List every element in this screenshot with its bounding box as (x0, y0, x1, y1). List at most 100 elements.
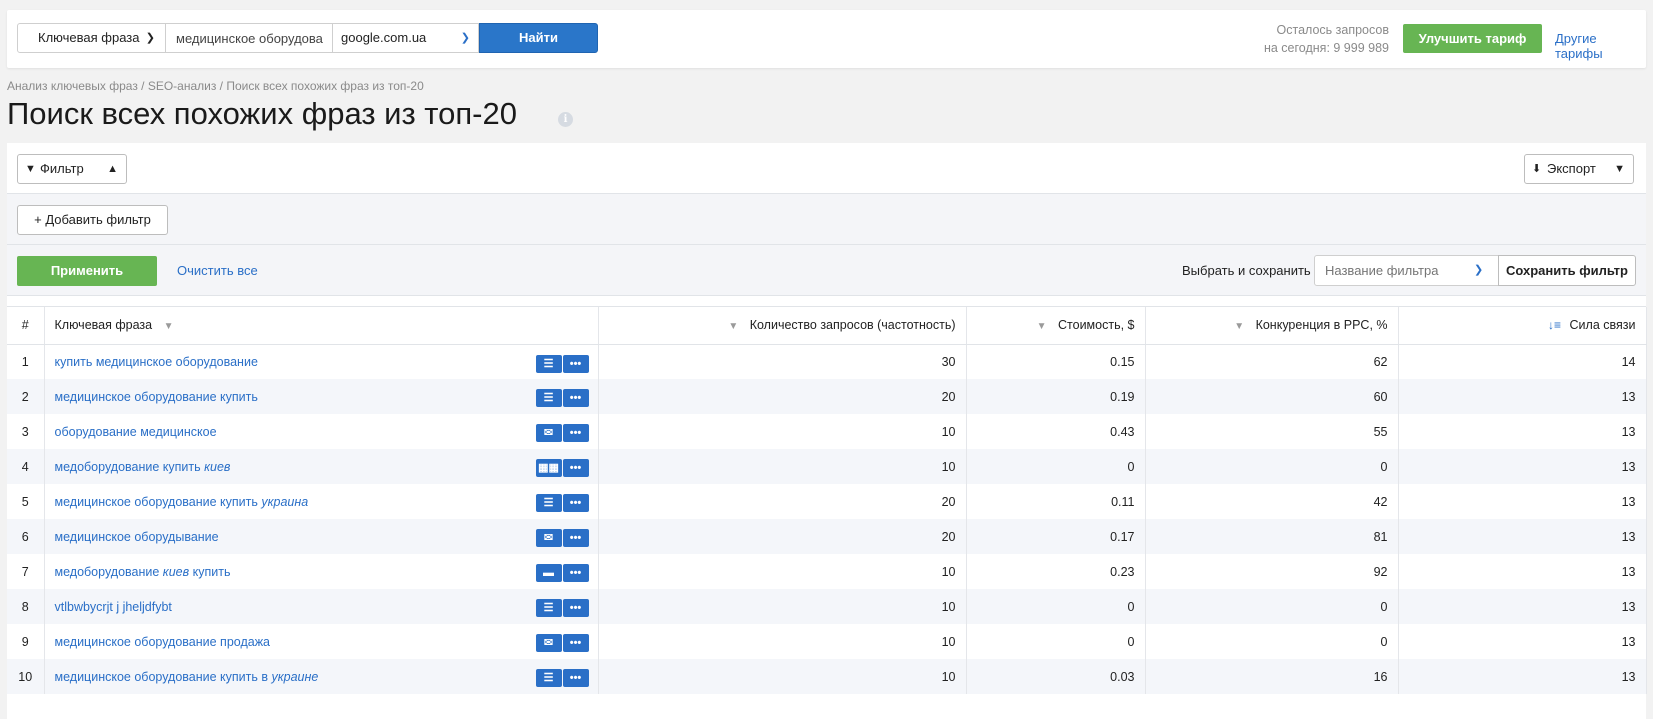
info-icon[interactable]: i (558, 112, 573, 127)
keyword-link[interactable]: медоборудование киев купить (55, 565, 231, 579)
more-icon[interactable]: ••• (562, 599, 589, 617)
chevron-up-icon: ▲ (107, 163, 118, 175)
other-tariffs-link[interactable]: Другие тарифы (1555, 31, 1646, 61)
search-input[interactable] (166, 23, 333, 53)
filter-icon: ▼ (25, 163, 36, 175)
keyword-link[interactable]: медицинское оборудование продажа (55, 635, 271, 649)
cost-cell: 0.17 (966, 519, 1146, 554)
more-icon[interactable]: ••• (562, 459, 589, 477)
row-actions: ☰ ••• (535, 494, 589, 512)
list-icon[interactable]: ☰ (535, 389, 562, 407)
ppc-cell: 0 (1145, 589, 1399, 624)
row-number: 1 (7, 344, 45, 379)
add-filter-button[interactable]: + Добавить фильтр (17, 205, 168, 235)
chevron-down-icon[interactable]: ❯ (1474, 263, 1483, 276)
find-button[interactable]: Найти (479, 23, 598, 53)
keyword-cell: купить медицинское оборудование ☰ ••• (44, 344, 599, 379)
chat-icon[interactable]: ✉ (535, 424, 562, 442)
strength-cell: 13 (1398, 589, 1647, 624)
table-row: 3 оборудование медицинское ✉ ••• 10 0.43 55 13 (7, 414, 1647, 449)
save-filter-button[interactable]: Сохранить фильтр (1498, 255, 1636, 286)
column-header-volume[interactable]: ▼ Количество запросов (частотность) (598, 307, 967, 345)
keyword-text: купить медицинское оборудование (54, 354, 258, 369)
sort-icon[interactable]: ▼ (728, 321, 738, 332)
search-type-select[interactable]: Ключевая фраза ❯ (17, 23, 166, 53)
strength-cell: 13 (1398, 484, 1647, 519)
list-icon[interactable]: ☰ (535, 599, 562, 617)
apply-row: Применить Очистить все Выбрать и сохрани… (7, 245, 1646, 296)
sort-icon[interactable]: ▼ (164, 321, 174, 332)
row-number: 9 (7, 624, 45, 659)
ppc-cell: 60 (1145, 379, 1399, 414)
table-row: 1 купить медицинское оборудование ☰ ••• 30 0.… (7, 344, 1647, 379)
strength-cell: 13 (1398, 414, 1647, 449)
row-number: 7 (7, 554, 45, 589)
keyword-emphasis: украина (261, 494, 309, 509)
keyword-cell: медоборудование киев купить ▬ ••• (44, 554, 599, 589)
row-number: 6 (7, 519, 45, 554)
cost-cell: 0.15 (966, 344, 1146, 379)
more-icon[interactable]: ••• (562, 564, 589, 582)
list-icon[interactable]: ☰ (535, 354, 562, 373)
keyword-cell: оборудование медицинское ✉ ••• (44, 414, 599, 449)
more-icon[interactable]: ••• (562, 354, 589, 373)
table-header-row: # Ключевая фраза ▼ ▼ Количество запросов… (7, 307, 1647, 345)
column-header-strength-label: Сила связи (1569, 318, 1636, 333)
quota-line-1: Осталось запросов (1276, 23, 1389, 37)
filter-toggle-button[interactable]: ▼ Фильтр ▲ (17, 154, 127, 184)
column-header-volume-label: Количество запросов (частотность) (749, 318, 956, 333)
apply-button[interactable]: Применить (17, 256, 157, 286)
cost-cell: 0 (966, 449, 1146, 484)
keyword-link[interactable]: медицинское оборудывание (55, 530, 219, 544)
text-icon[interactable]: ▬ (535, 564, 562, 582)
column-header-ppc[interactable]: ▼ Конкуренция в PPC, % (1145, 307, 1399, 345)
row-number: 2 (7, 379, 45, 414)
column-header-cost[interactable]: ▼ Стоимость, $ (966, 307, 1146, 345)
chat-icon[interactable]: ✉ (535, 529, 562, 547)
chevron-down-icon: ❯ (145, 32, 155, 44)
sort-icon[interactable]: ▼ (1037, 321, 1047, 332)
column-header-strength[interactable]: ↓≡ Сила связи (1398, 307, 1647, 345)
search-engine-select[interactable]: google.com.ua ❯ (333, 23, 479, 53)
chat-icon[interactable]: ✉ (535, 634, 562, 652)
keyword-link[interactable]: vtlbwbycrjt j jheljdfybt (55, 600, 172, 614)
column-header-ppc-label: Конкуренция в PPC, % (1255, 318, 1388, 333)
sort-desc-icon[interactable]: ↓≡ (1548, 318, 1561, 332)
more-icon[interactable]: ••• (562, 424, 589, 442)
column-header-cost-label: Стоимость, $ (1058, 318, 1135, 333)
upgrade-tariff-button[interactable]: Улучшить тариф (1403, 24, 1542, 53)
ppc-cell: 55 (1145, 414, 1399, 449)
keyword-link[interactable]: медоборудование купить киев (55, 460, 231, 474)
keyword-cell: медоборудование купить киев ▦▦ ••• (44, 449, 599, 484)
keyword-cell: vtlbwbycrjt j jheljdfybt ☰ ••• (44, 589, 599, 624)
more-icon[interactable]: ••• (562, 669, 589, 687)
keyword-link[interactable]: медицинское оборудование купить в украин… (55, 670, 319, 684)
keyword-link[interactable]: оборудование медицинское (55, 425, 217, 439)
cost-cell: 0.23 (966, 554, 1146, 589)
keyword-link[interactable]: медицинское оборудование купить украина (55, 495, 309, 509)
column-header-keyword[interactable]: Ключевая фраза ▼ (44, 307, 599, 345)
filter-name-input[interactable] (1314, 255, 1499, 286)
clear-all-link[interactable]: Очистить все (177, 263, 258, 278)
list-icon[interactable]: ☰ (535, 669, 562, 687)
save-filter-label: Выбрать и сохранить (1182, 263, 1311, 278)
keyword-link[interactable]: медицинское оборудование купить (55, 390, 258, 404)
export-button[interactable]: ⬇ Экспорт ▼ (1524, 154, 1634, 184)
sort-icon[interactable]: ▼ (1234, 321, 1244, 332)
keyword-text: медоборудование купить (54, 459, 205, 474)
compare-icon[interactable]: ▦▦ (535, 459, 562, 477)
list-icon[interactable]: ☰ (535, 494, 562, 512)
chevron-down-icon: ▼ (1614, 163, 1625, 175)
more-icon[interactable]: ••• (562, 634, 589, 652)
more-icon[interactable]: ••• (562, 389, 589, 407)
breadcrumb[interactable]: Анализ ключевых фраз / SEO-анализ / Поис… (7, 79, 424, 93)
cost-cell: 0.19 (966, 379, 1146, 414)
filter-toolbar: ▼ Фильтр ▲ ⬇ Экспорт ▼ (7, 143, 1646, 194)
more-icon[interactable]: ••• (562, 494, 589, 512)
volume-cell: 10 (598, 554, 967, 589)
keyword-link[interactable]: купить медицинское оборудование (55, 355, 258, 369)
more-icon[interactable]: ••• (562, 529, 589, 547)
strength-cell: 14 (1398, 344, 1647, 379)
table-row: 2 медицинское оборудование купить ☰ ••• 20 0.… (7, 379, 1647, 414)
row-actions: ✉ ••• (535, 634, 589, 652)
